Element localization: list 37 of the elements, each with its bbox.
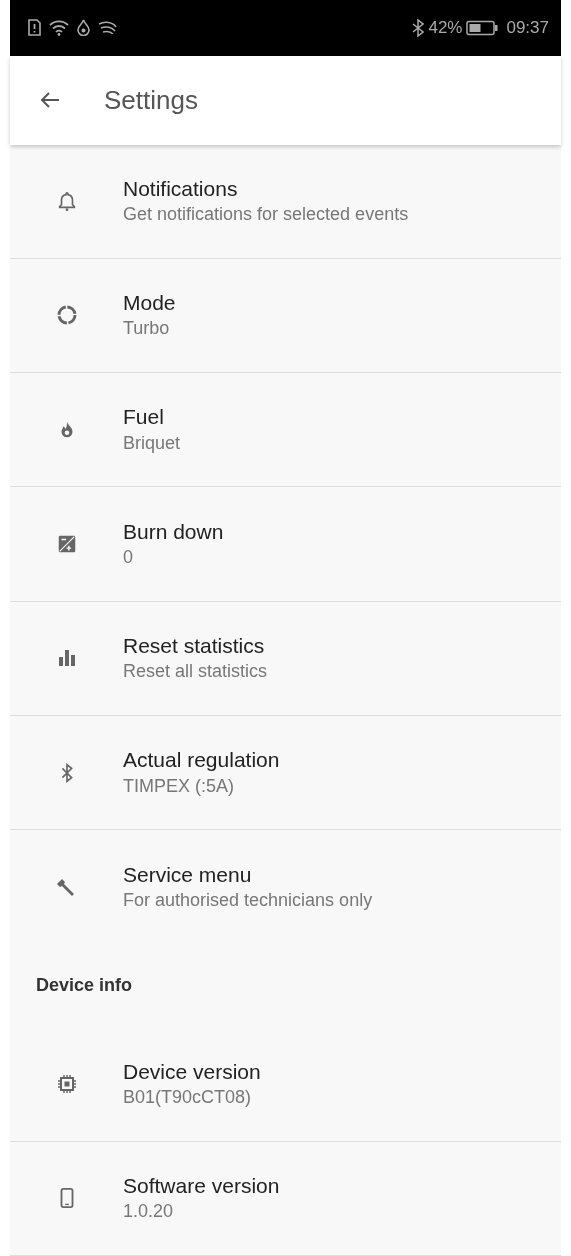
bluetooth-icon xyxy=(412,18,425,37)
sim-alert-icon xyxy=(28,19,41,37)
battery-icon xyxy=(466,19,499,36)
item-summary: TIMPEX (:5A) xyxy=(123,774,235,798)
item-summary: Get notifications for selected events xyxy=(123,203,409,227)
item-title: Reset statistics xyxy=(123,633,266,660)
settings-item[interactable]: Software version 1.0.20 xyxy=(10,1141,561,1256)
item-summary: 1.0.20 xyxy=(123,1200,175,1224)
item-title: Notifications xyxy=(123,175,239,202)
settings-item[interactable]: Device version B01(T90cCT08) xyxy=(10,1027,561,1142)
settings-item[interactable]: Service menu For authorised technicians only xyxy=(10,830,561,945)
item-title: Actual regulation xyxy=(123,747,280,774)
item-summary: For authorised technicians only xyxy=(123,889,373,913)
page-title: Settings xyxy=(104,83,198,117)
settings-item[interactable]: Mode Turbo xyxy=(10,258,561,374)
drop-icon xyxy=(77,19,90,37)
item-summary: Briquet xyxy=(123,431,181,455)
item-summary: Reset all statistics xyxy=(123,660,268,684)
item-title: Software version xyxy=(123,1173,280,1200)
item-title: Fuel xyxy=(123,404,165,431)
settings-item[interactable]: Burn down 0 xyxy=(10,487,561,602)
item-title: Device version xyxy=(123,1058,261,1085)
item-summary: 0 xyxy=(123,546,134,570)
settings-item[interactable]: Fuel Briquet xyxy=(10,373,561,488)
item-title: Service menu xyxy=(123,862,253,889)
item-title: Mode xyxy=(123,290,176,317)
wifi-icon xyxy=(49,19,69,36)
battery-percentage: 42% xyxy=(428,17,463,40)
swirl-icon xyxy=(98,21,117,35)
section-header: Device info xyxy=(35,974,134,998)
item-title: Burn down xyxy=(123,518,224,545)
item-summary: Turbo xyxy=(123,317,171,341)
settings-item[interactable]: Actual regulation TIMPEX (:5A) xyxy=(10,715,561,831)
settings-item[interactable]: Reset statistics Reset all statistics xyxy=(10,601,561,716)
item-summary: B01(T90cCT08) xyxy=(123,1086,253,1110)
settings-item[interactable]: Notifications Get notifications for selected events xyxy=(10,144,561,259)
clock-time: 09:37 xyxy=(506,17,549,40)
